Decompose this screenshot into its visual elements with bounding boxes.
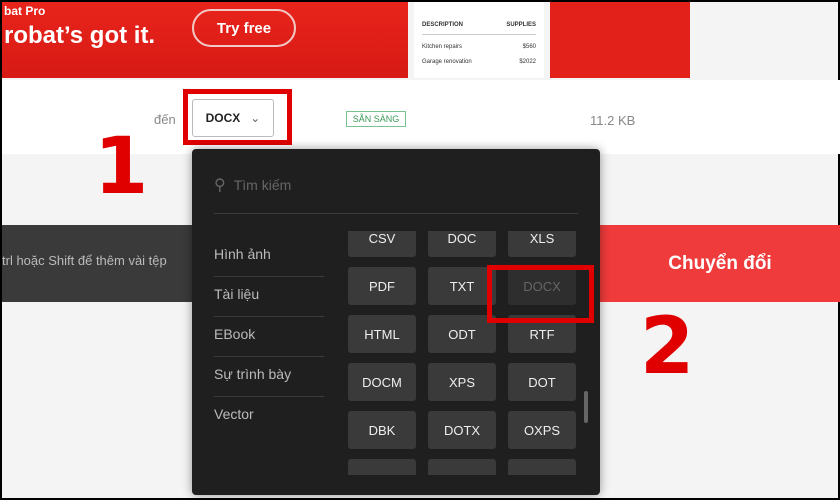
category-image[interactable]: Hình ảnh: [214, 237, 324, 277]
category-presentation[interactable]: Sự trình bày: [214, 357, 324, 397]
convert-button[interactable]: Chuyển đổi: [598, 225, 840, 302]
annotation-1: 1: [94, 122, 149, 212]
format-option-csv[interactable]: CSV: [348, 231, 416, 257]
try-free-button[interactable]: Try free: [192, 9, 296, 47]
to-label: đến: [154, 112, 176, 127]
ad-banner-right: [550, 2, 690, 78]
annotation-2: 2: [640, 302, 695, 392]
ad-headline: robat’s got it.: [4, 22, 156, 49]
divider: [214, 213, 578, 214]
format-option-dbk[interactable]: DBK: [348, 411, 416, 449]
scrollbar[interactable]: [584, 391, 588, 423]
status-badge: SẴN SÀNG: [346, 111, 406, 127]
category-list: Hình ảnh Tài liệu EBook Sự trình bày Vec…: [214, 237, 324, 437]
format-option-dot[interactable]: DOT: [508, 363, 576, 401]
file-size: 11.2 KB: [590, 113, 636, 128]
format-option-xls[interactable]: XLS: [508, 231, 576, 257]
format-option-oxps[interactable]: OXPS: [508, 411, 576, 449]
format-option-more[interactable]: [428, 459, 496, 475]
format-dropdown-button[interactable]: DOCX ⌄: [192, 99, 274, 137]
search-placeholder: Tìm kiếm: [233, 177, 292, 193]
format-option-more[interactable]: [348, 459, 416, 475]
format-option-txt[interactable]: TXT: [428, 267, 496, 305]
format-option-doc[interactable]: DOC: [428, 231, 496, 257]
format-option-pdf[interactable]: PDF: [348, 267, 416, 305]
search-input[interactable]: ⚲ Tìm kiếm: [214, 175, 291, 195]
format-option-docm[interactable]: DOCM: [348, 363, 416, 401]
search-icon: ⚲: [214, 177, 226, 194]
chevron-down-icon: ⌄: [250, 111, 261, 125]
drop-zone[interactable]: trl hoặc Shift để thêm vài tệp: [2, 225, 194, 302]
format-option-xps[interactable]: XPS: [428, 363, 496, 401]
format-option-html[interactable]: HTML: [348, 315, 416, 353]
ad-doc-preview: DESCRIPTION SUPPLIES Kitchen repairs $560 …: [414, 2, 544, 78]
category-document[interactable]: Tài liệu: [214, 277, 324, 317]
category-vector[interactable]: Vector: [214, 397, 324, 437]
drop-hint: trl hoặc Shift để thêm vài tệp: [2, 253, 167, 268]
highlight-box-2: [487, 265, 594, 323]
selected-format: DOCX: [205, 111, 241, 125]
category-ebook[interactable]: EBook: [214, 317, 324, 357]
format-option-dotx[interactable]: DOTX: [428, 411, 496, 449]
ad-brand: bat Pro: [4, 4, 46, 18]
format-option-odt[interactable]: ODT: [428, 315, 496, 353]
format-option-more[interactable]: [508, 459, 576, 475]
